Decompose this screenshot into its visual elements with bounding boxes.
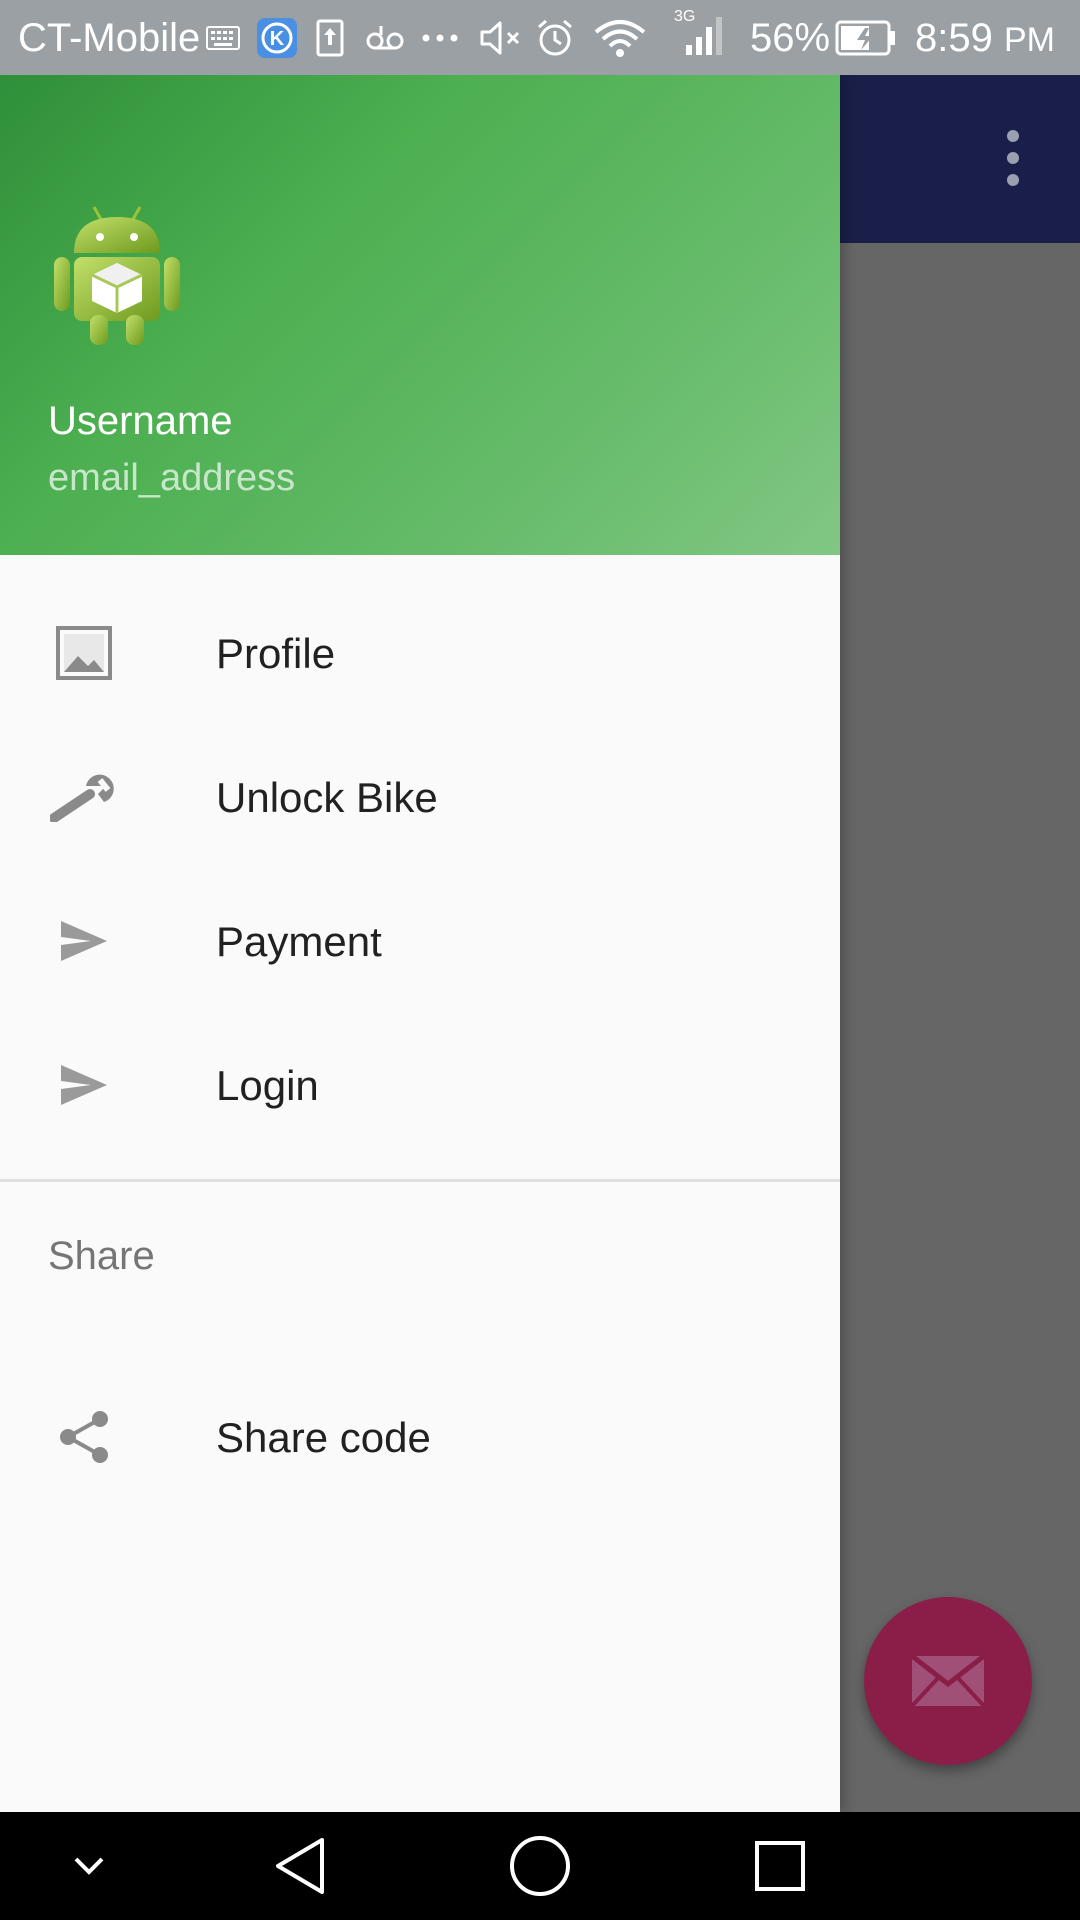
more-vert-icon[interactable]	[995, 130, 1031, 186]
menu-item-label: Unlock Bike	[216, 774, 438, 821]
header-email: email_address	[48, 457, 296, 499]
clock: 8:59 PM	[915, 14, 1055, 64]
svg-text:K: K	[270, 28, 285, 50]
mute-icon	[478, 16, 524, 60]
alarm-icon	[535, 16, 575, 60]
section-header-share: Share	[48, 1234, 155, 1278]
wrench-icon	[48, 769, 120, 825]
mail-icon	[910, 1654, 986, 1708]
clock-ampm: PM	[1003, 21, 1055, 59]
k-app-icon: K	[257, 16, 297, 60]
voicemail-icon	[365, 16, 405, 60]
android-robot-icon[interactable]	[52, 197, 182, 347]
battery-icon	[835, 16, 897, 60]
screen: CT-Mobile K 3G 56% 8:59 PM Username emai…	[0, 0, 1080, 1920]
share-icon	[48, 1409, 120, 1465]
more-notifications-icon	[420, 16, 460, 60]
signal-icon: 3G	[672, 8, 732, 55]
menu-item-label: Profile	[216, 630, 336, 677]
menu-item-label: Share code	[216, 1414, 431, 1461]
hide-keyboard-icon[interactable]	[58, 1824, 120, 1908]
back-icon[interactable]	[260, 1824, 340, 1908]
menu-item-share-code[interactable]: Share code	[0, 1365, 840, 1509]
upload-icon	[315, 16, 345, 60]
menu-item-login[interactable]: Login	[0, 1013, 840, 1157]
recents-icon[interactable]	[740, 1824, 820, 1908]
menu-item-profile[interactable]: Profile	[0, 581, 840, 725]
drawer-divider	[0, 1179, 840, 1182]
carrier-label: CT-Mobile	[18, 16, 201, 60]
menu-item-unlock-bike[interactable]: Unlock Bike	[0, 725, 840, 869]
system-nav-bar	[0, 1812, 1080, 1920]
menu-item-label: Payment	[216, 918, 382, 965]
network-type-label: 3G	[674, 8, 695, 25]
clock-time: 8:59	[915, 16, 993, 60]
battery-percent: 56%	[750, 16, 831, 60]
keyboard-icon	[205, 16, 241, 60]
menu-item-label: Login	[216, 1062, 319, 1109]
drawer-menu: Profile Unlock Bike Payment Login	[0, 555, 840, 1157]
navigation-drawer: Username email_address Profile Unlock Bi…	[0, 75, 840, 1812]
home-icon[interactable]	[500, 1824, 580, 1908]
mail-fab-button[interactable]	[864, 1597, 1032, 1765]
header-username: Username	[48, 399, 233, 443]
menu-item-payment[interactable]: Payment	[0, 869, 840, 1013]
image-icon	[48, 625, 120, 681]
send-icon	[48, 913, 120, 969]
status-bar: CT-Mobile K 3G 56% 8:59 PM	[0, 0, 1080, 75]
send-icon	[48, 1057, 120, 1113]
wifi-icon	[590, 16, 650, 60]
drawer-header: Username email_address	[0, 75, 840, 555]
